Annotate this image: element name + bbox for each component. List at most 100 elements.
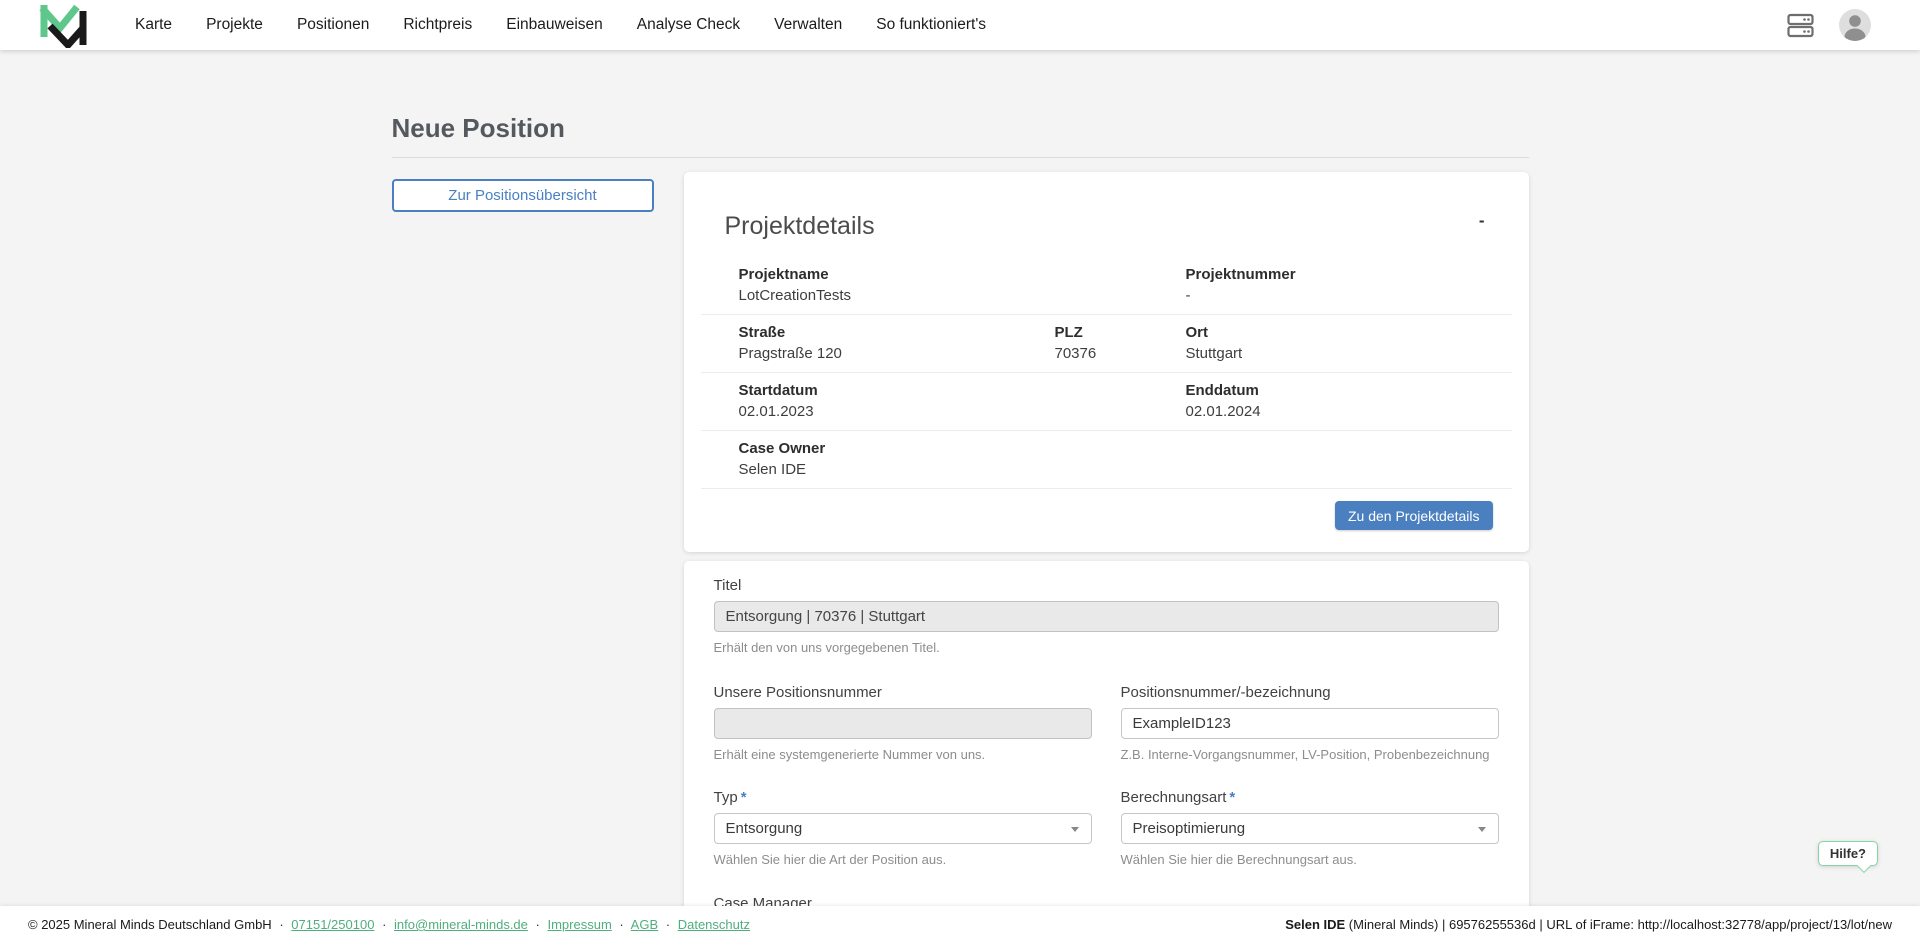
top-navigation-bar: Karte Projekte Positionen Richtpreis Ein… bbox=[0, 0, 1920, 50]
chevron-down-icon bbox=[1071, 827, 1079, 832]
berechnungsart-group: Berechnungsart* Preisoptimierung Wählen … bbox=[1121, 789, 1499, 867]
field-case-owner: Case Owner Selen IDE bbox=[739, 440, 1055, 478]
berechnungsart-help: Wählen Sie hier die Berechnungsart aus. bbox=[1121, 852, 1499, 867]
session-details: (Mineral Minds) | 69576255536d | URL of … bbox=[1345, 917, 1892, 932]
positionsnummer-input[interactable] bbox=[1121, 708, 1499, 739]
unsere-positionsnummer-group: Unsere Positionsnummer Erhält eine syste… bbox=[714, 684, 1092, 762]
field-value: LotCreationTests bbox=[739, 287, 1055, 304]
field-value: Pragstraße 120 bbox=[739, 345, 1055, 362]
titel-group: Titel Erhält den von uns vorgegebenen Ti… bbox=[714, 577, 1499, 655]
field-projektnummer: Projektnummer - bbox=[1186, 266, 1512, 304]
project-details-card: Projektdetails - Projektname LotCreation… bbox=[684, 172, 1529, 552]
unsere-positionsnummer-input bbox=[714, 708, 1092, 739]
berechnungsart-selected-value: Preisoptimierung bbox=[1133, 820, 1246, 837]
required-asterisk: * bbox=[741, 789, 747, 806]
titel-help: Erhält den von uns vorgegebenen Titel. bbox=[714, 640, 1499, 655]
field-value: 02.01.2024 bbox=[1186, 403, 1512, 420]
main-nav: Karte Projekte Positionen Richtpreis Ein… bbox=[118, 16, 1003, 34]
titel-label: Titel bbox=[714, 577, 1499, 594]
page-content: Neue Position Zur Positionsübersicht Pro… bbox=[392, 50, 1529, 943]
field-label: Projektname bbox=[739, 266, 1055, 283]
datenschutz-link[interactable]: Datenschutz bbox=[678, 917, 750, 932]
required-asterisk: * bbox=[1229, 789, 1235, 806]
typ-label-text: Typ bbox=[714, 789, 738, 806]
help-button-label: Hilfe? bbox=[1830, 846, 1866, 861]
help-button[interactable]: Hilfe? bbox=[1818, 841, 1878, 866]
field-projektname: Projektname LotCreationTests bbox=[739, 266, 1055, 304]
title-divider bbox=[392, 157, 1529, 158]
berechnungsart-label-text: Berechnungsart bbox=[1121, 789, 1227, 806]
unsere-positionsnummer-label: Unsere Positionsnummer bbox=[714, 684, 1092, 701]
nav-item-verwalten[interactable]: Verwalten bbox=[757, 16, 859, 34]
positionsnummer-group: Positionsnummer/-bezeichnung Z.B. Intern… bbox=[1121, 684, 1499, 762]
nav-item-analyse-check[interactable]: Analyse Check bbox=[620, 16, 757, 34]
positionsnummer-label: Positionsnummer/-bezeichnung bbox=[1121, 684, 1499, 701]
position-form-card: Titel Erhält den von uns vorgegebenen Ti… bbox=[684, 561, 1529, 943]
project-row: Case Owner Selen IDE bbox=[701, 431, 1512, 489]
footer: © 2025 Mineral Minds Deutschland GmbH · … bbox=[0, 906, 1920, 943]
footer-left: © 2025 Mineral Minds Deutschland GmbH · … bbox=[28, 917, 750, 932]
field-label: Straße bbox=[739, 324, 1055, 341]
field-value: Selen IDE bbox=[739, 461, 1055, 478]
field-value: - bbox=[1186, 287, 1512, 304]
project-row: Startdatum 02.01.2023 Enddatum 02.01.202… bbox=[701, 373, 1512, 431]
nav-item-so-funktionierts[interactable]: So funktioniert's bbox=[859, 16, 1003, 34]
positionsnummer-help: Z.B. Interne-Vorgangsnummer, LV-Position… bbox=[1121, 747, 1499, 762]
field-label: Case Owner bbox=[739, 440, 1055, 457]
left-column: Zur Positionsübersicht bbox=[392, 172, 654, 212]
project-row: Straße Pragstraße 120 PLZ 70376 Ort Stut… bbox=[701, 315, 1512, 373]
chevron-down-icon bbox=[1478, 827, 1486, 832]
titel-input bbox=[714, 601, 1499, 632]
collapse-icon[interactable]: - bbox=[1479, 212, 1485, 229]
field-startdatum: Startdatum 02.01.2023 bbox=[739, 382, 1055, 420]
copyright-text: © 2025 Mineral Minds Deutschland GmbH bbox=[28, 917, 272, 932]
separator: · bbox=[382, 917, 386, 932]
page-title: Neue Position bbox=[392, 113, 1529, 144]
typ-group: Typ* Entsorgung Wählen Sie hier die Art … bbox=[714, 789, 1092, 867]
phone-link[interactable]: 07151/250100 bbox=[291, 917, 374, 932]
field-value: 02.01.2023 bbox=[739, 403, 1055, 420]
server-icon[interactable] bbox=[1787, 13, 1814, 38]
position-overview-button[interactable]: Zur Positionsübersicht bbox=[392, 179, 654, 212]
field-strasse: Straße Pragstraße 120 bbox=[739, 324, 1055, 362]
nav-item-einbauweisen[interactable]: Einbauweisen bbox=[489, 16, 620, 34]
field-value: 70376 bbox=[1055, 345, 1186, 362]
session-user: Selen IDE bbox=[1285, 917, 1345, 932]
nav-item-karte[interactable]: Karte bbox=[118, 16, 189, 34]
typ-help: Wählen Sie hier die Art der Position aus… bbox=[714, 852, 1092, 867]
project-card-title: Projektdetails bbox=[725, 212, 1512, 241]
footer-session-info: Selen IDE (Mineral Minds) | 69576255536d… bbox=[1285, 917, 1892, 932]
go-to-project-details-button[interactable]: Zu den Projektdetails bbox=[1335, 501, 1493, 530]
unsere-positionsnummer-help: Erhält eine systemgenerierte Nummer von … bbox=[714, 747, 1092, 762]
field-enddatum: Enddatum 02.01.2024 bbox=[1186, 382, 1512, 420]
typ-selected-value: Entsorgung bbox=[726, 820, 803, 837]
separator: · bbox=[666, 917, 670, 932]
nav-item-positionen[interactable]: Positionen bbox=[280, 16, 386, 34]
right-column: Projektdetails - Projektname LotCreation… bbox=[684, 172, 1529, 943]
field-value: Stuttgart bbox=[1186, 345, 1512, 362]
berechnungsart-label: Berechnungsart* bbox=[1121, 789, 1499, 806]
field-ort: Ort Stuttgart bbox=[1186, 324, 1512, 362]
separator: · bbox=[279, 917, 283, 932]
field-label: Projektnummer bbox=[1186, 266, 1512, 283]
typ-label: Typ* bbox=[714, 789, 1092, 806]
mineral-minds-logo-icon[interactable] bbox=[38, 2, 90, 48]
berechnungsart-select[interactable]: Preisoptimierung bbox=[1121, 813, 1499, 844]
field-label: PLZ bbox=[1055, 324, 1186, 341]
impressum-link[interactable]: Impressum bbox=[547, 917, 611, 932]
nav-item-richtpreis[interactable]: Richtpreis bbox=[386, 16, 489, 34]
typ-select[interactable]: Entsorgung bbox=[714, 813, 1092, 844]
user-avatar-icon[interactable] bbox=[1838, 8, 1872, 42]
header-actions bbox=[1787, 8, 1872, 42]
agb-link[interactable]: AGB bbox=[631, 917, 658, 932]
project-row: Projektname LotCreationTests Projektnumm… bbox=[701, 257, 1512, 315]
separator: · bbox=[619, 917, 623, 932]
speech-bubble-tail bbox=[1857, 859, 1871, 873]
field-label: Enddatum bbox=[1186, 382, 1512, 399]
separator: · bbox=[536, 917, 540, 932]
email-link[interactable]: info@mineral-minds.de bbox=[394, 917, 528, 932]
field-label: Startdatum bbox=[739, 382, 1055, 399]
field-label: Ort bbox=[1186, 324, 1512, 341]
nav-item-projekte[interactable]: Projekte bbox=[189, 16, 280, 34]
field-plz: PLZ 70376 bbox=[1055, 324, 1186, 362]
